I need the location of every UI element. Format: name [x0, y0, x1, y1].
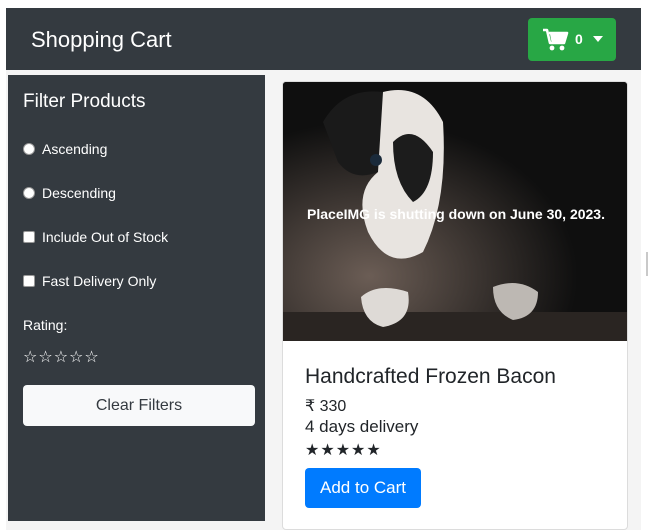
scrollbar[interactable] — [646, 252, 648, 276]
fast-delivery-label: Fast Delivery Only — [42, 273, 157, 289]
star-outline-icon[interactable]: ☆ — [84, 349, 99, 366]
sort-descending-option[interactable]: Descending — [23, 185, 116, 201]
fast-delivery-checkbox[interactable] — [23, 275, 35, 287]
rating-filter-stars[interactable]: ☆☆☆☆☆ — [23, 347, 100, 367]
product-image: PlaceIMG is shutting down on June 30, 20… — [283, 82, 627, 341]
product-rating-stars: ★★★★★ — [305, 440, 382, 460]
descending-radio[interactable] — [23, 187, 35, 199]
star-outline-icon[interactable]: ☆ — [54, 349, 69, 366]
delivery-time: 4 days delivery — [305, 417, 419, 436]
star-outline-icon[interactable]: ☆ — [38, 349, 53, 366]
star-filled-icon: ★ — [320, 442, 336, 459]
star-outline-icon[interactable]: ☆ — [69, 349, 84, 366]
image-overlay-text: PlaceIMG is shutting down on June 30, 20… — [307, 206, 605, 222]
ascending-label: Ascending — [42, 141, 108, 157]
ascending-radio[interactable] — [23, 143, 35, 155]
star-filled-icon: ★ — [351, 442, 367, 459]
product-card: PlaceIMG is shutting down on June 30, 20… — [282, 81, 628, 530]
rating-label: Rating: — [23, 317, 68, 333]
sort-ascending-option[interactable]: Ascending — [23, 141, 107, 157]
cart-dropdown-button[interactable]: 0 — [528, 18, 616, 61]
descending-label: Descending — [42, 185, 116, 201]
cart-count: 0 — [575, 31, 583, 47]
navbar: Shopping Cart 0 — [6, 8, 641, 70]
star-filled-icon: ★ — [305, 442, 321, 459]
shopping-cart-icon — [543, 28, 569, 51]
clear-filters-button[interactable]: Clear Filters — [23, 385, 255, 426]
add-to-cart-button[interactable]: Add to Cart — [305, 468, 421, 508]
star-filled-icon: ★ — [335, 442, 352, 459]
star-filled-icon: ★ — [366, 442, 382, 459]
star-outline-icon[interactable]: ☆ — [23, 349, 38, 366]
fast-delivery-option[interactable]: Fast Delivery Only — [23, 273, 156, 289]
product-price: ₹ 330 — [305, 398, 347, 415]
include-out-of-stock-option[interactable]: Include Out of Stock — [23, 229, 168, 245]
caret-down-icon — [593, 36, 603, 42]
include-out-of-stock-label: Include Out of Stock — [42, 229, 169, 245]
include-out-of-stock-checkbox[interactable] — [23, 231, 35, 243]
brand-title[interactable]: Shopping Cart — [31, 27, 172, 53]
app-frame: Shopping Cart 0 Filter Products Ascendin… — [6, 8, 641, 530]
product-name: Handcrafted Frozen Bacon — [305, 365, 556, 388]
filter-title: Filter Products — [23, 91, 146, 112]
filter-sidebar: Filter Products Ascending Descending Inc… — [8, 75, 265, 521]
